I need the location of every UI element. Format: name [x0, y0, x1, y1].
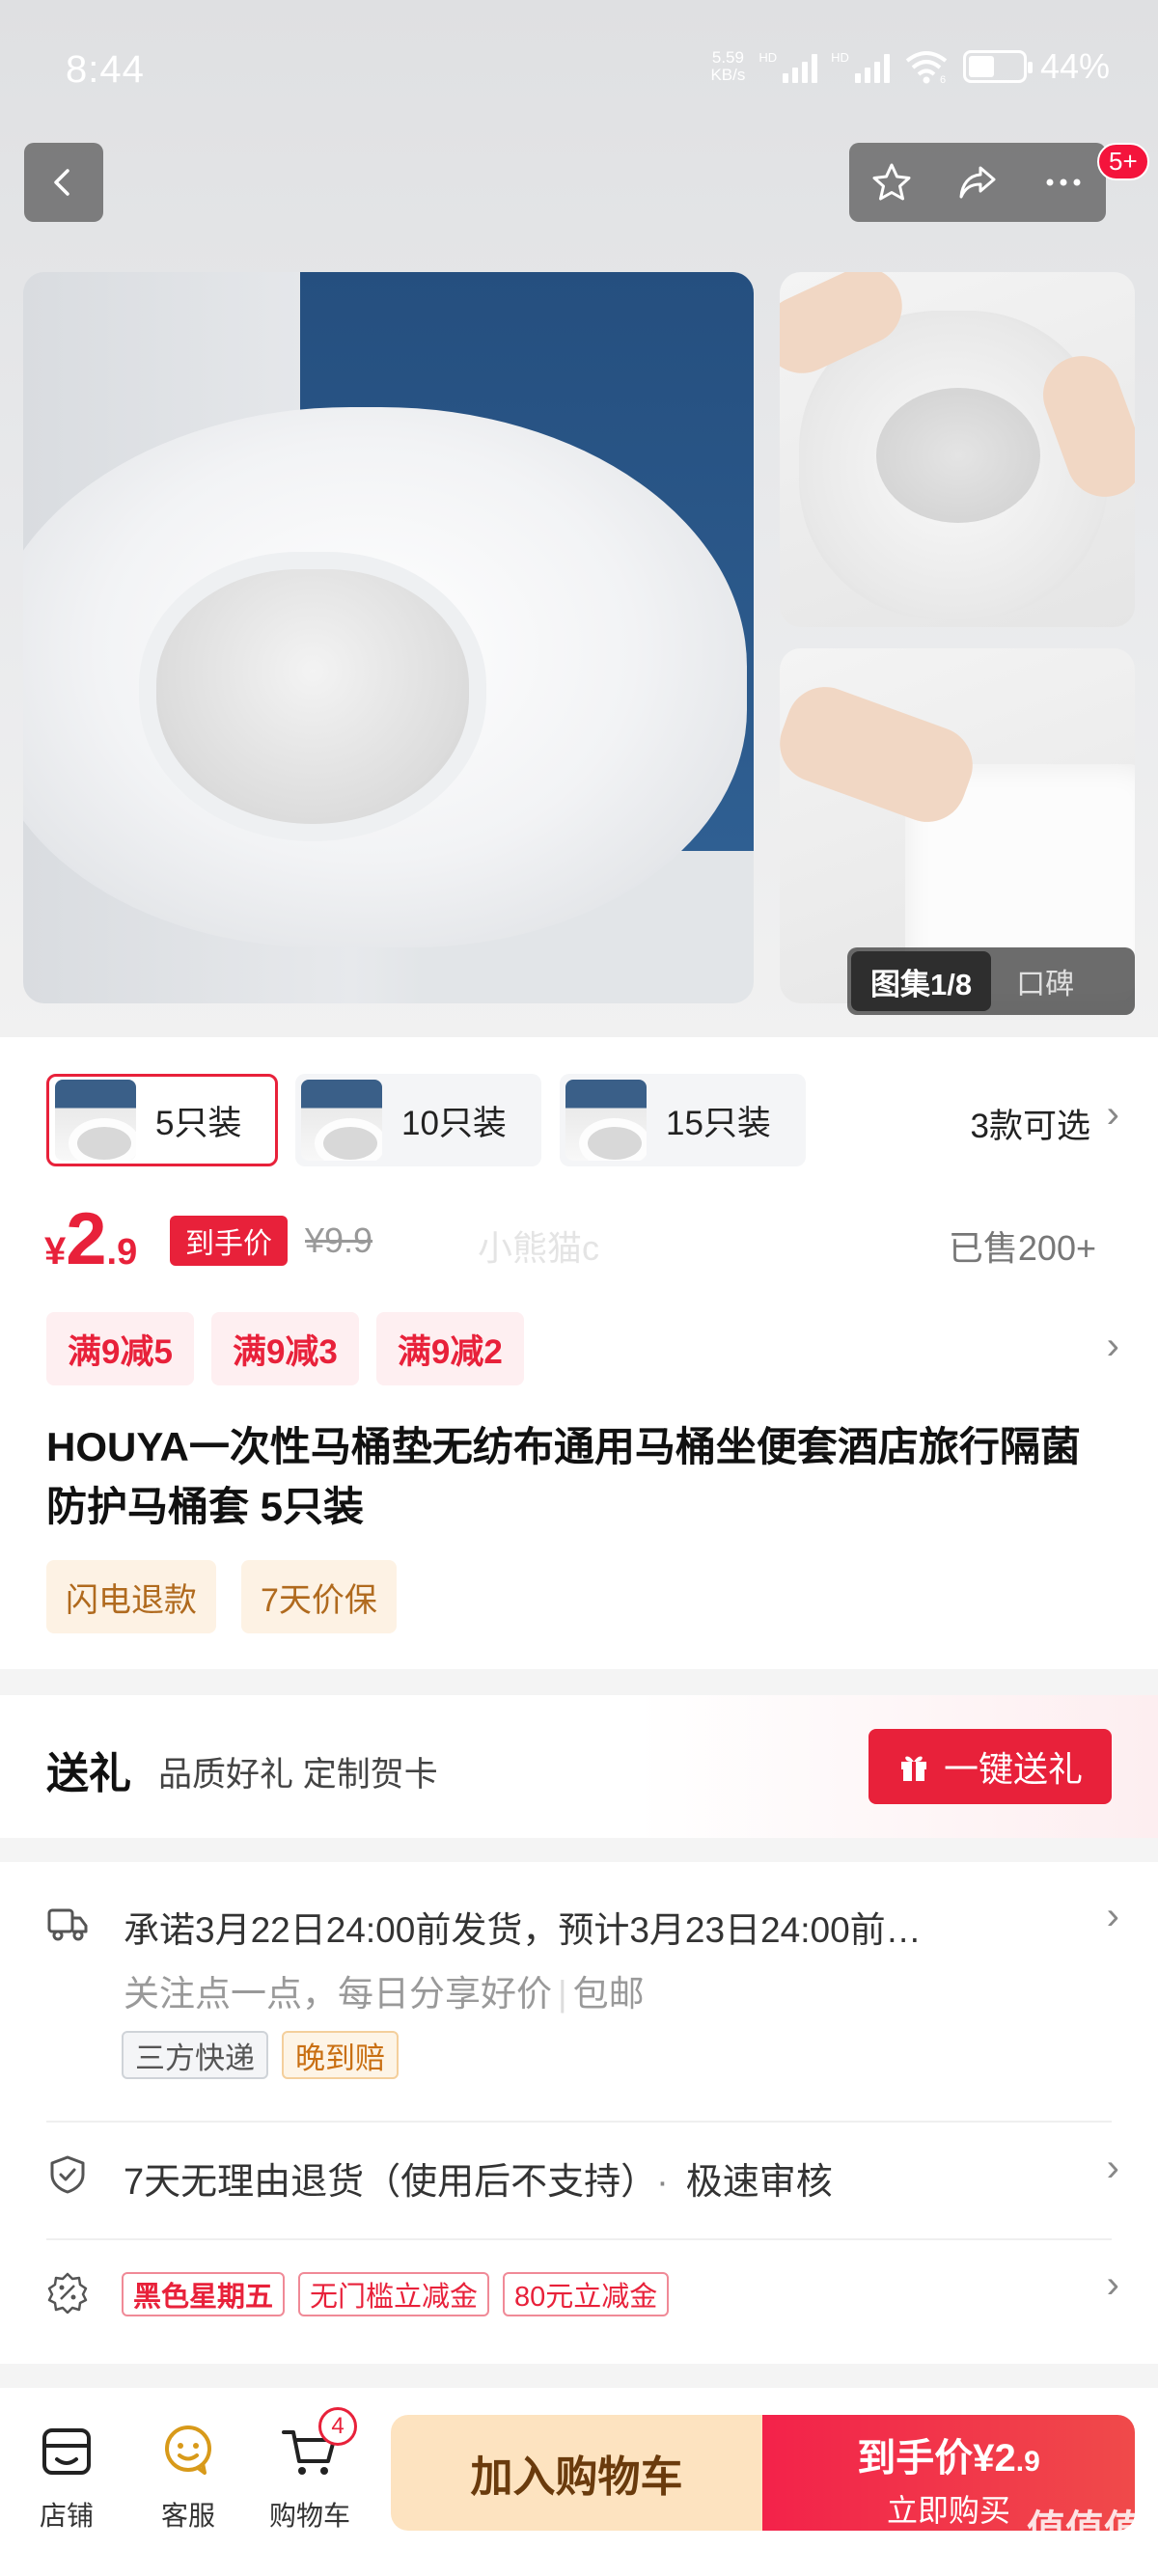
shipping-promise[interactable]: 承诺3月22日24:00前发货，预计3月23日24:00前…: [124, 1901, 1050, 1953]
discount-badge-icon: [47, 2272, 88, 2314]
customer-service-icon: [165, 2425, 211, 2475]
status-bar: 8:44 5.59 KB/s HD HD 6 44%: [0, 0, 1158, 135]
gift-icon: [900, 1756, 926, 1781]
user-watermark: 小熊猫c: [478, 1228, 600, 1268]
sku-thumbnail: [55, 1080, 136, 1161]
gift-section: 送礼 品质好礼 定制贺卡 一键送礼: [0, 1695, 1158, 1838]
svg-text:6: 6: [940, 74, 946, 84]
sku-option-5[interactable]: 5只装: [46, 1074, 278, 1166]
net-speed: 5.59 KB/s: [710, 48, 746, 84]
courier-tag: 三方快递: [122, 2031, 268, 2079]
promo-tag: 满9减2: [375, 1312, 524, 1385]
late-compensation-tag: 晚到赔: [282, 2031, 399, 2079]
chevron-right-icon[interactable]: ›: [1107, 2263, 1119, 2307]
sku-thumbnail: [301, 1080, 382, 1161]
more-icon[interactable]: [1041, 160, 1086, 205]
send-gift-button[interactable]: 一键送礼: [868, 1729, 1112, 1804]
promotion-tags[interactable]: 满9减5 满9减3 满9减2: [46, 1312, 524, 1385]
wifi-icon: 6: [905, 51, 948, 84]
service-tag: 闪电退款: [46, 1560, 216, 1633]
shield-check-icon: [50, 2155, 85, 2194]
delivery-details: 承诺3月22日24:00前发货，预计3月23日24:00前… › 关注点一点，每…: [0, 1862, 1158, 2364]
main-product-image[interactable]: [23, 272, 754, 1003]
promo-tag: 满9减3: [210, 1312, 359, 1385]
service-tag: 7天价保: [241, 1560, 397, 1633]
store-icon: [42, 2428, 91, 2475]
album-tabs: 图集1/8 口碑: [847, 947, 1135, 1015]
deal-tag: 无门槛立减金: [298, 2272, 490, 2316]
service-tags: 闪电退款 7天价保: [46, 1560, 397, 1633]
chevron-right-icon[interactable]: ›: [1107, 2147, 1119, 2190]
site-watermark: 值值值 zhizhizhi.com: [1027, 2508, 1143, 2567]
message-badge: 5+: [1097, 143, 1149, 180]
deal-tag: 80元立减金: [503, 2272, 670, 2316]
shipping-tags: 三方快递 晚到赔: [122, 2031, 399, 2079]
return-policy[interactable]: 7天无理由退货（使用后不支持） · 极速审核: [124, 2151, 833, 2205]
gift-heading: 送礼: [46, 1750, 131, 1797]
product-info-card: 5只装 10只装 15只装 3款可选 › ¥ 2 .9 到手价 ¥9.9 小熊猫…: [0, 1037, 1158, 1669]
price: ¥ 2 .9: [44, 1198, 138, 1280]
store-button[interactable]: 店铺: [14, 2417, 120, 2534]
customer-service-button[interactable]: 客服: [135, 2417, 241, 2534]
cell-signal-icon: HD: [758, 50, 818, 83]
product-title: HOUYA一次性马桶垫无纺布通用马桶坐便套酒店旅行隔菌防护马桶套 5只装: [46, 1424, 1081, 1529]
promo-tag: 满9减5: [46, 1312, 194, 1385]
tab-koubei[interactable]: 口碑: [1016, 960, 1074, 1002]
add-to-cart-button[interactable]: 加入购物车: [391, 2415, 762, 2531]
final-price-tag: 到手价: [170, 1216, 288, 1266]
cell-signal-2-icon: HD: [831, 50, 890, 83]
shipping-subtitle: 关注点一点，每日分享好价 | 包邮: [124, 1974, 645, 2014]
battery-icon: [962, 50, 1033, 83]
deal-tag: 黑色星期五: [122, 2272, 286, 2316]
sold-count: 已售200+: [948, 1228, 1096, 1268]
battery-percent: 44%: [1039, 46, 1110, 86]
back-arrow-icon: [54, 169, 69, 196]
cart-count-badge: 4: [318, 2407, 357, 2446]
chevron-right-icon[interactable]: ›: [1107, 1325, 1119, 1368]
back-button[interactable]: [24, 143, 103, 222]
chevron-right-icon[interactable]: ›: [1107, 1895, 1119, 1938]
top-actions: [849, 143, 1106, 222]
truck-icon: [47, 1908, 88, 1941]
sku-option-15[interactable]: 15只装: [560, 1074, 806, 1166]
share-icon[interactable]: [955, 160, 1000, 205]
sku-option-10[interactable]: 10只装: [295, 1074, 541, 1166]
sku-thumbnail: [565, 1080, 647, 1161]
deal-tags[interactable]: 黑色星期五 无门槛立减金 80元立减金: [122, 2272, 670, 2316]
tab-album[interactable]: 图集1/8: [851, 951, 992, 1011]
sku-selector: 5只装 10只装 15只装 3款可选 ›: [0, 1074, 1158, 1166]
original-price: ¥9.9: [305, 1220, 373, 1260]
star-icon[interactable]: [869, 160, 914, 205]
buy-final-price: 到手价¥2.9: [857, 2437, 1040, 2480]
chevron-right-icon: ›: [1106, 1093, 1119, 1136]
status-time: 8:44: [66, 48, 145, 91]
sku-more-button[interactable]: 3款可选: [971, 1099, 1090, 1148]
gift-subtitle: 品质好礼 定制贺卡: [158, 1756, 438, 1794]
side-product-image-1[interactable]: [780, 272, 1135, 627]
product-gallery: 8:44 5.59 KB/s HD HD 6 44% 5+ 图集1/8 口碑: [0, 0, 1158, 1037]
bottom-action-bar: 店铺 客服 购物车 4 加入购物车 到手价¥2.9 立即购买 值值值 zhizh…: [0, 2388, 1158, 2576]
